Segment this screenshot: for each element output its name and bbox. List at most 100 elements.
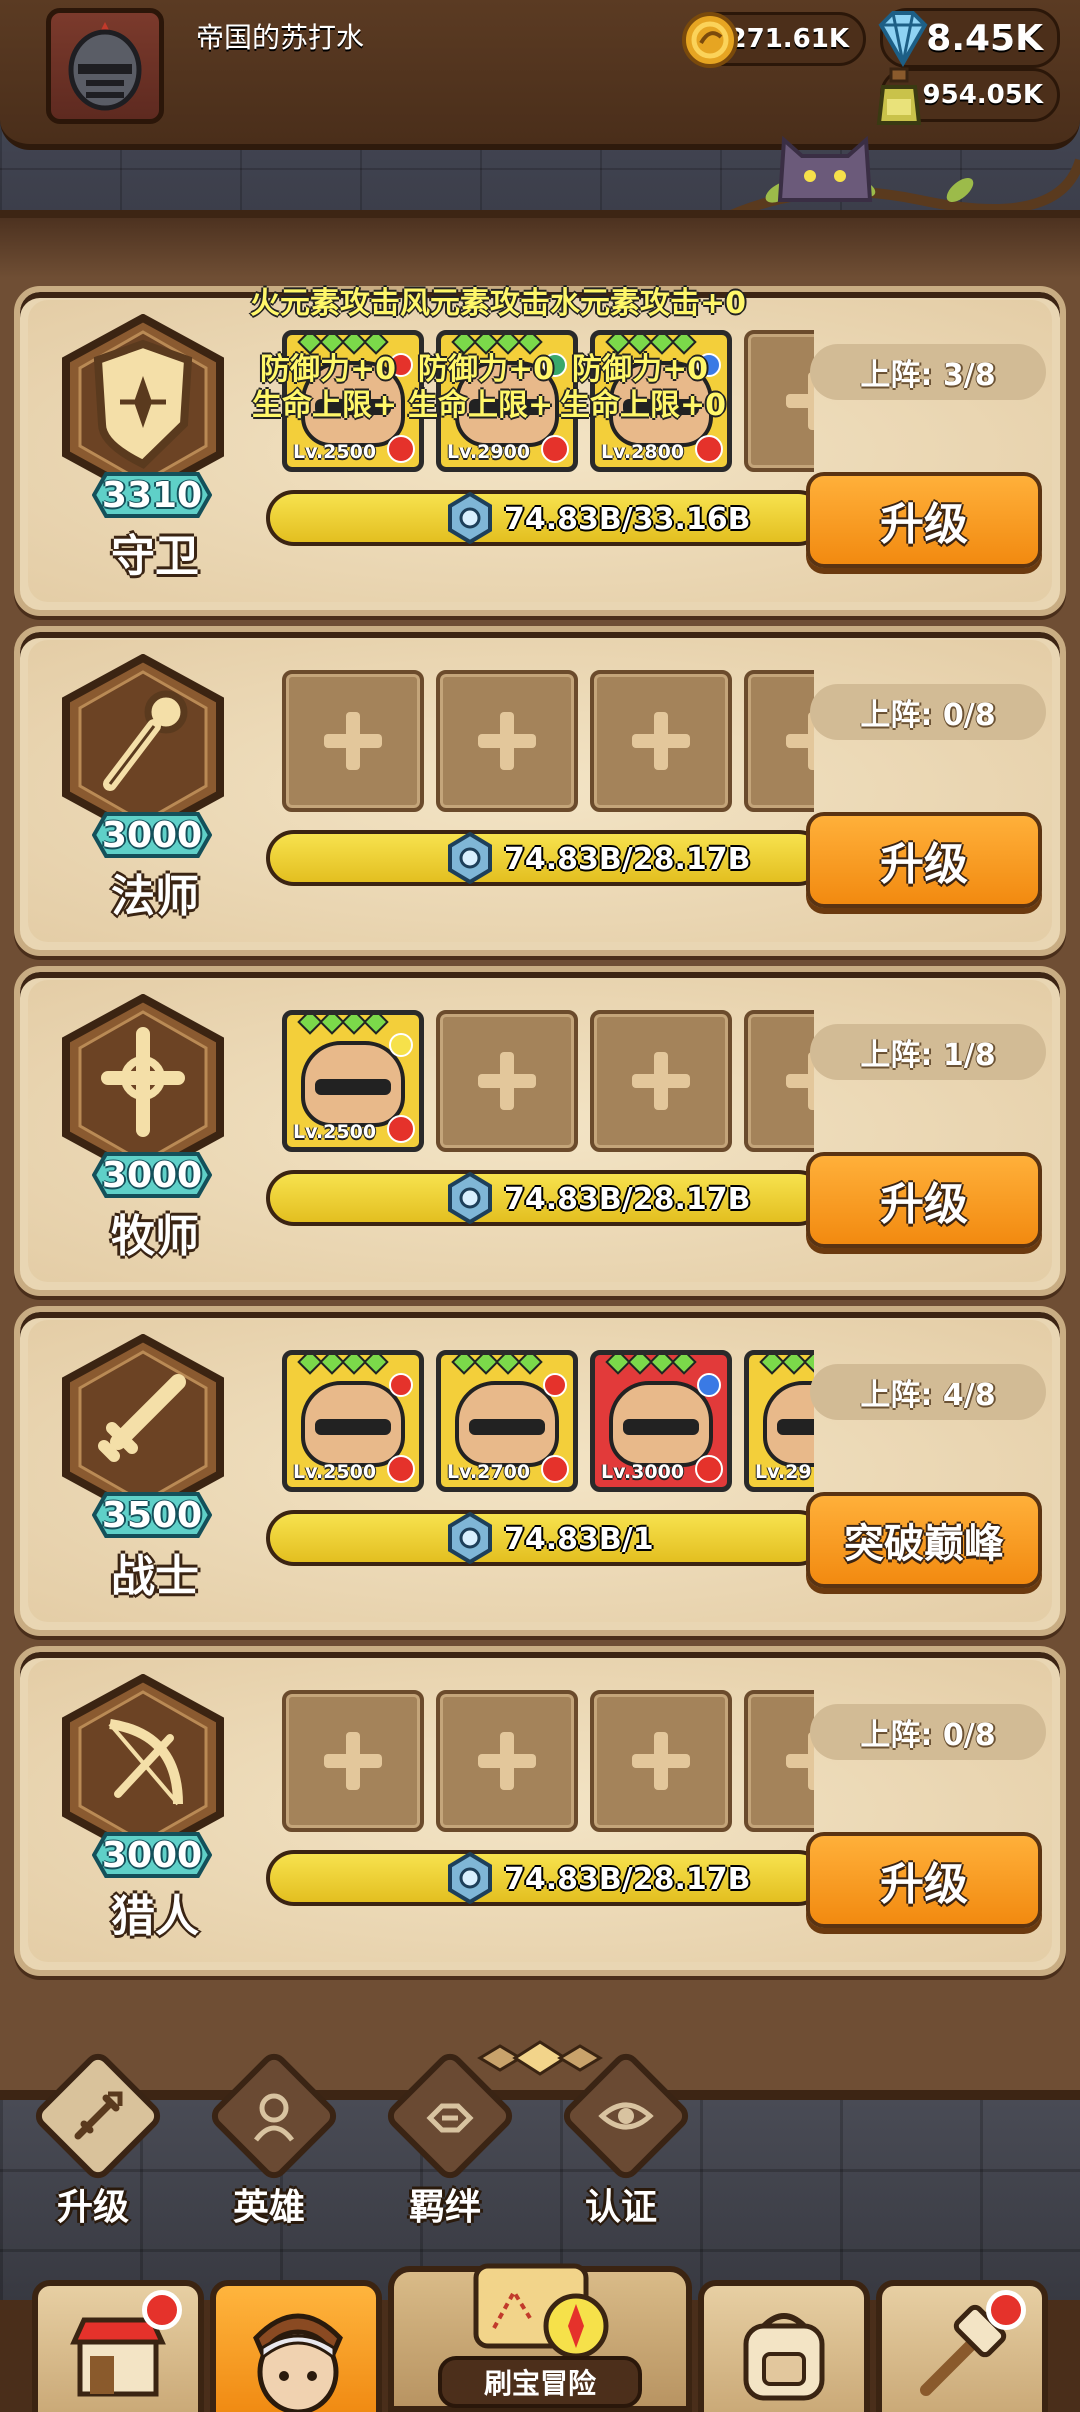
deployed-count: 上阵: 0/8 (810, 684, 1046, 740)
shop-notification-badge (142, 2290, 182, 2330)
class-name: 法师 (111, 871, 199, 922)
exp-progress-text: 74.83B/28.17B (504, 1862, 751, 1897)
element-icon (697, 1373, 721, 1397)
class-name: 猎人 (111, 1891, 199, 1942)
class-name: 战士 (111, 1551, 199, 1602)
hero-slot-empty[interactable] (436, 1690, 578, 1832)
hero-portrait-icon (763, 1381, 814, 1467)
diamond-gem-icon (878, 11, 928, 67)
hero-slot-empty[interactable] (282, 670, 424, 812)
weapon-icon (541, 1455, 569, 1483)
hero-slot-empty[interactable] (590, 1690, 732, 1832)
class-card-warrior: 3500 战士 Lv.2500 Lv.2700 Lv.3000 Lv.29 上阵: 4/8 7… (14, 1306, 1066, 1636)
tab-heroes-label: 英雄 (232, 2187, 305, 2228)
map-compass-icon (473, 2263, 609, 2359)
class-card-hunter: 3000 猎人 上阵: 0/8 74.83B/28.17B 升级 (14, 1646, 1066, 1976)
player-avatar[interactable] (46, 8, 164, 124)
hero-slot-empty[interactable] (436, 670, 578, 812)
hero-slot-empty[interactable] (744, 330, 814, 472)
exp-progress-bar: 74.83B/1 (266, 1510, 826, 1566)
element-icon (389, 1373, 413, 1397)
class-level-badge: 3500 (92, 1490, 212, 1540)
plus-icon (632, 712, 690, 770)
plus-icon (478, 1052, 536, 1110)
hero-portrait-icon (301, 1041, 405, 1127)
plus-icon (632, 1732, 690, 1790)
hero-slots (268, 664, 814, 814)
hero-portrait-icon (455, 1381, 559, 1467)
plus-icon (632, 1052, 690, 1110)
tab-upgrade-label: 升级 (56, 2187, 129, 2228)
hero-slot-empty[interactable] (436, 1010, 578, 1152)
nav-heroes[interactable] (210, 2280, 382, 2412)
element-bonus-text: 火元素攻击风元素攻击水元素攻击+0 (250, 286, 747, 321)
class-name: 牧师 (111, 1211, 199, 1262)
upgrade-button[interactable]: 突破巅峰 (806, 1492, 1042, 1588)
tab-certify-label: 认证 (584, 2187, 657, 2228)
hero-slot-filled[interactable]: Lv.29 (744, 1350, 814, 1492)
plus-icon (478, 1732, 536, 1790)
upgrade-button[interactable]: 升级 (806, 1152, 1042, 1248)
exp-progress-text: 74.83B/33.16B (504, 502, 751, 537)
hero-slot-empty[interactable] (744, 1010, 814, 1152)
tab-certify[interactable]: 认证 (546, 2048, 696, 2230)
class-card-mage: 3000 法师 上阵: 0/8 74.83B/28.17B 升级 (14, 626, 1066, 956)
hero-slot-empty[interactable] (744, 1690, 814, 1832)
star-rating (605, 1355, 697, 1375)
hp-bonus-text: 生命上限+ (408, 388, 554, 423)
crystal-orb-icon (448, 1172, 492, 1224)
hero-slot-filled[interactable]: Lv.3000 (590, 1350, 732, 1492)
star-rating (759, 1355, 814, 1375)
sub-tab-bar: 升级 英雄 羁绊 认证 (0, 2048, 1080, 2230)
tab-upgrade[interactable]: 升级 (18, 2048, 168, 2230)
class-card-priest: 3000 牧师 Lv.2500 上阵: 1/8 74.83B/28.17B 升级 (14, 966, 1066, 1296)
upgrade-button[interactable]: 升级 (806, 812, 1042, 908)
plus-icon (324, 1732, 382, 1790)
crystal-orb-icon (448, 1852, 492, 1904)
star-rating (297, 1355, 389, 1375)
weapon-icon (387, 1115, 415, 1143)
player-name: 帝国的苏打水 (196, 21, 365, 54)
nav-bag[interactable] (698, 2280, 870, 2412)
sword-up-icon (74, 2091, 123, 2140)
tab-heroes[interactable]: 英雄 (194, 2048, 344, 2230)
gem-value: 8.45K (926, 17, 1043, 59)
weapon-icon (695, 1455, 723, 1483)
hero-level: Lv.2700 (447, 1461, 531, 1483)
hero-level: Lv.2500 (293, 1121, 377, 1143)
exp-progress-bar: 74.83B/28.17B (266, 1850, 826, 1906)
deployed-count: 上阵: 1/8 (810, 1024, 1046, 1080)
hero-level: Lv.2800 (601, 441, 685, 463)
potion-value: 954.05K (922, 80, 1043, 110)
hero-slot-filled[interactable]: Lv.2700 (436, 1350, 578, 1492)
upgrade-button[interactable]: 升级 (806, 472, 1042, 568)
hero-portrait-icon (301, 1381, 405, 1467)
hero-slot-empty[interactable] (590, 670, 732, 812)
crystal-orb-icon (448, 492, 492, 544)
exp-progress-text: 74.83B/28.17B (504, 842, 751, 877)
tab-bonds[interactable]: 羁绊 (370, 2048, 520, 2230)
tab-bonds-label: 羁绊 (408, 2187, 481, 2228)
hero-slot-empty[interactable] (282, 1690, 424, 1832)
potion-counter[interactable]: 954.05K (876, 67, 1060, 125)
backpack-icon (743, 2313, 825, 2401)
forge-notification-badge (986, 2290, 1026, 2330)
hero-level: Lv.2500 (293, 441, 377, 463)
gold-coin-icon (682, 12, 738, 68)
hero-slot-filled[interactable]: Lv.2500 (282, 1350, 424, 1492)
hero-slot-empty[interactable] (590, 1010, 732, 1152)
upgrade-button[interactable]: 升级 (806, 1832, 1042, 1928)
exp-progress-bar: 74.83B/28.17B (266, 830, 826, 886)
gold-counter[interactable]: 271.61K (682, 12, 866, 68)
gem-counter[interactable]: 8.45K (878, 8, 1060, 68)
hero-level: Lv.3000 (601, 1461, 685, 1483)
hero-slots: Lv.2500 (268, 1004, 814, 1154)
hero-slot-empty[interactable] (744, 670, 814, 812)
crystal-orb-icon (448, 832, 492, 884)
top-bar: 帝国的苏打水 271.61K 8.45K 954.05K (0, 0, 1080, 150)
class-level-badge: 3000 (92, 810, 212, 860)
hero-slot-filled[interactable]: Lv.2500 (282, 1010, 424, 1152)
deployed-count: 上阵: 4/8 (810, 1364, 1046, 1420)
exp-progress-bar: 74.83B/33.16B (266, 490, 826, 546)
exp-progress-text: 74.83B/28.17B (504, 1182, 751, 1217)
